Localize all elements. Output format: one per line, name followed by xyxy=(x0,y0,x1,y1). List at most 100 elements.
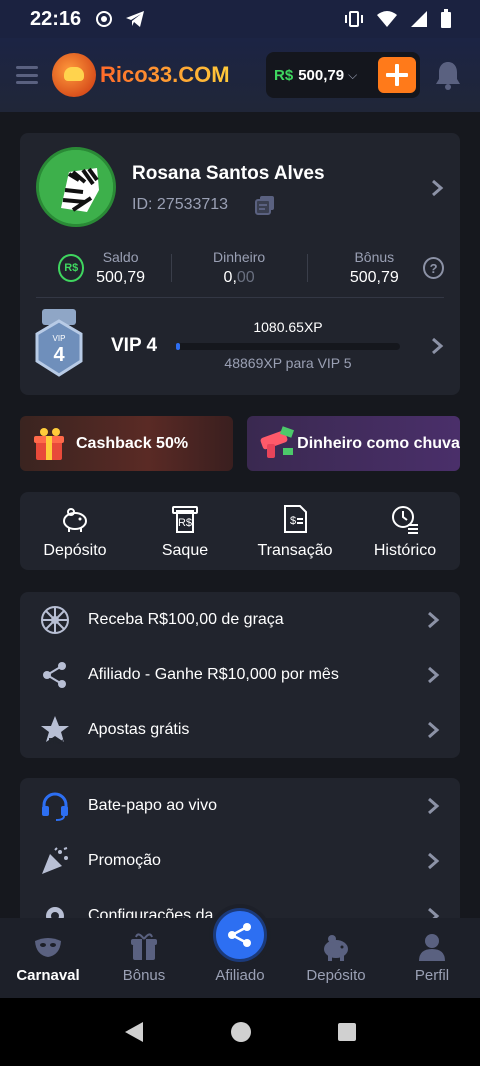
rewards-menu: Receba R$100,00 de graça Afiliado - Ganh… xyxy=(20,592,460,758)
nav-label: Depósito xyxy=(306,967,366,984)
vip-progress-fill xyxy=(176,343,181,350)
menu-item-affiliate[interactable]: Afiliado - Ganhe R$10,000 por mês xyxy=(20,647,460,702)
party-popper-icon xyxy=(42,846,68,874)
nav-bonus[interactable]: Bônus xyxy=(96,918,192,998)
stat-saldo: Saldo 500,79 xyxy=(92,249,148,287)
signal-icon xyxy=(411,11,427,27)
logo[interactable]: Rico33.COM xyxy=(52,53,230,97)
money-rain-label: Dinheiro como chuva xyxy=(297,434,460,452)
cashback-button[interactable]: Cashback 50% xyxy=(20,416,233,471)
deposit-plus-button[interactable] xyxy=(378,57,416,93)
headset-icon xyxy=(42,792,68,821)
chevron-right-icon xyxy=(428,797,440,814)
vip-chevron-right-icon[interactable] xyxy=(430,337,444,355)
currency-icon: R$ xyxy=(58,254,85,282)
vip-level-label: VIP 4 xyxy=(111,335,158,356)
chevron-right-icon xyxy=(428,721,440,738)
menu-icon[interactable] xyxy=(16,64,38,86)
nav-afiliado[interactable]: Afiliado xyxy=(192,908,288,998)
svg-text:4: 4 xyxy=(53,344,65,366)
app-header: Rico33.COM R$ 500,79 ⌵ xyxy=(0,38,480,112)
nav-deposito[interactable]: Depósito xyxy=(288,918,384,998)
saldo-label: Saldo xyxy=(102,249,139,265)
gift-box-icon xyxy=(34,427,64,460)
saldo-value: 500,79 xyxy=(96,269,146,286)
divider xyxy=(36,297,444,298)
balance-amount: 500,79 xyxy=(298,66,345,84)
battery-icon xyxy=(441,9,451,28)
action-saque-label: Saque xyxy=(161,542,209,559)
help-icon[interactable]: ? xyxy=(423,257,444,279)
share-nodes-icon xyxy=(43,661,66,688)
support-menu: Bate-papo ao vivo Promoção Configurações… xyxy=(20,778,460,928)
stat-dinheiro: Dinheiro 0,00 xyxy=(202,249,277,287)
prize-wheel-icon xyxy=(41,605,69,634)
action-historico-label: Histórico xyxy=(373,542,437,559)
action-historico[interactable]: Histórico xyxy=(350,492,460,570)
nav-label: Perfil xyxy=(414,967,450,984)
share-nodes-icon xyxy=(228,923,251,947)
withdraw-receipt-icon: R$ xyxy=(172,506,198,533)
piggy-bank-icon xyxy=(324,935,348,961)
action-transacao[interactable]: $ Transação xyxy=(240,492,350,570)
menu-item-free-bets[interactable]: Free Apostas grátis xyxy=(20,702,460,757)
affiliate-center-button[interactable] xyxy=(213,908,267,962)
balance-stats: R$ Saldo 500,79 Dinheiro 0,00 Bônus 500,… xyxy=(36,243,444,293)
nav-label: Bônus xyxy=(122,967,166,984)
back-icon[interactable] xyxy=(123,1020,145,1044)
carnival-mask-icon xyxy=(35,938,61,957)
menu-item-label: Promoção xyxy=(88,851,161,869)
user-icon xyxy=(419,934,445,961)
action-transacao-label: Transação xyxy=(257,542,333,559)
chevron-right-icon xyxy=(428,666,440,683)
money-rain-button[interactable]: Dinheiro como chuva xyxy=(247,416,460,471)
vip-next-level: 48869XP para VIP 5 xyxy=(224,355,352,371)
menu-item-label: Bate-papo ao vivo xyxy=(88,796,217,814)
avatar[interactable] xyxy=(36,147,116,227)
status-time: 22:16 xyxy=(30,7,82,30)
nav-perfil[interactable]: Perfil xyxy=(384,918,480,998)
svg-text:VIP: VIP xyxy=(53,334,66,343)
chevron-right-icon xyxy=(428,852,440,869)
balance-currency: R$ xyxy=(274,66,294,84)
nav-label: Afiliado xyxy=(215,967,265,984)
menu-item-free-money[interactable]: Receba R$100,00 de graça xyxy=(20,592,460,647)
menu-item-live-chat[interactable]: Bate-papo ao vivo xyxy=(20,778,460,833)
menu-item-promotion[interactable]: Promoção xyxy=(20,833,460,888)
status-bar: 22:16 xyxy=(0,0,480,38)
cashback-label: Cashback 50% xyxy=(76,434,189,452)
svg-text:R$: R$ xyxy=(178,517,192,529)
vip-progress-bar xyxy=(176,343,400,350)
bonus-label: Bônus xyxy=(354,249,395,265)
vibrate-icon xyxy=(345,11,363,27)
chevron-right-icon xyxy=(428,611,440,628)
zebra-avatar-icon xyxy=(39,150,113,224)
dinheiro-label: Dinheiro xyxy=(213,249,266,265)
bell-icon[interactable] xyxy=(432,59,464,91)
telegram-icon xyxy=(126,11,145,27)
wallet-actions: Depósito R$ Saque $ Transação Histórico xyxy=(20,492,460,570)
action-saque[interactable]: R$ Saque xyxy=(130,492,240,570)
profile-card: Rosana Santos Alves ID: 27533713 R$ Sald… xyxy=(20,133,460,395)
copy-icon[interactable] xyxy=(254,195,276,215)
bonus-value: 500,79 xyxy=(349,269,399,286)
profile-id: ID: 27533713 xyxy=(132,195,276,215)
profile-chevron-right-icon[interactable] xyxy=(430,179,444,197)
balance-pill[interactable]: R$ 500,79 ⌵ xyxy=(266,52,420,98)
bottom-navigation: Carnaval Bônus Afiliado Depósito Perfil xyxy=(0,908,480,998)
svg-text:Free: Free xyxy=(49,737,66,745)
record-icon xyxy=(96,11,113,27)
history-clock-icon xyxy=(392,506,418,534)
home-icon[interactable] xyxy=(230,1021,252,1043)
menu-item-label: Afiliado - Ganhe R$10,000 por mês xyxy=(88,665,339,683)
vip-badge-icon: VIP 4 xyxy=(35,309,83,377)
nav-label: Carnaval xyxy=(16,967,80,984)
nav-carnaval[interactable]: Carnaval xyxy=(0,918,96,998)
chevron-down-icon: ⌵ xyxy=(348,67,358,82)
logo-mascot-icon xyxy=(52,53,96,97)
system-navigation-bar xyxy=(0,998,480,1066)
gift-icon xyxy=(131,933,157,960)
recents-icon[interactable] xyxy=(337,1022,357,1042)
action-deposito[interactable]: Depósito xyxy=(20,492,130,570)
money-gun-icon xyxy=(260,425,295,458)
